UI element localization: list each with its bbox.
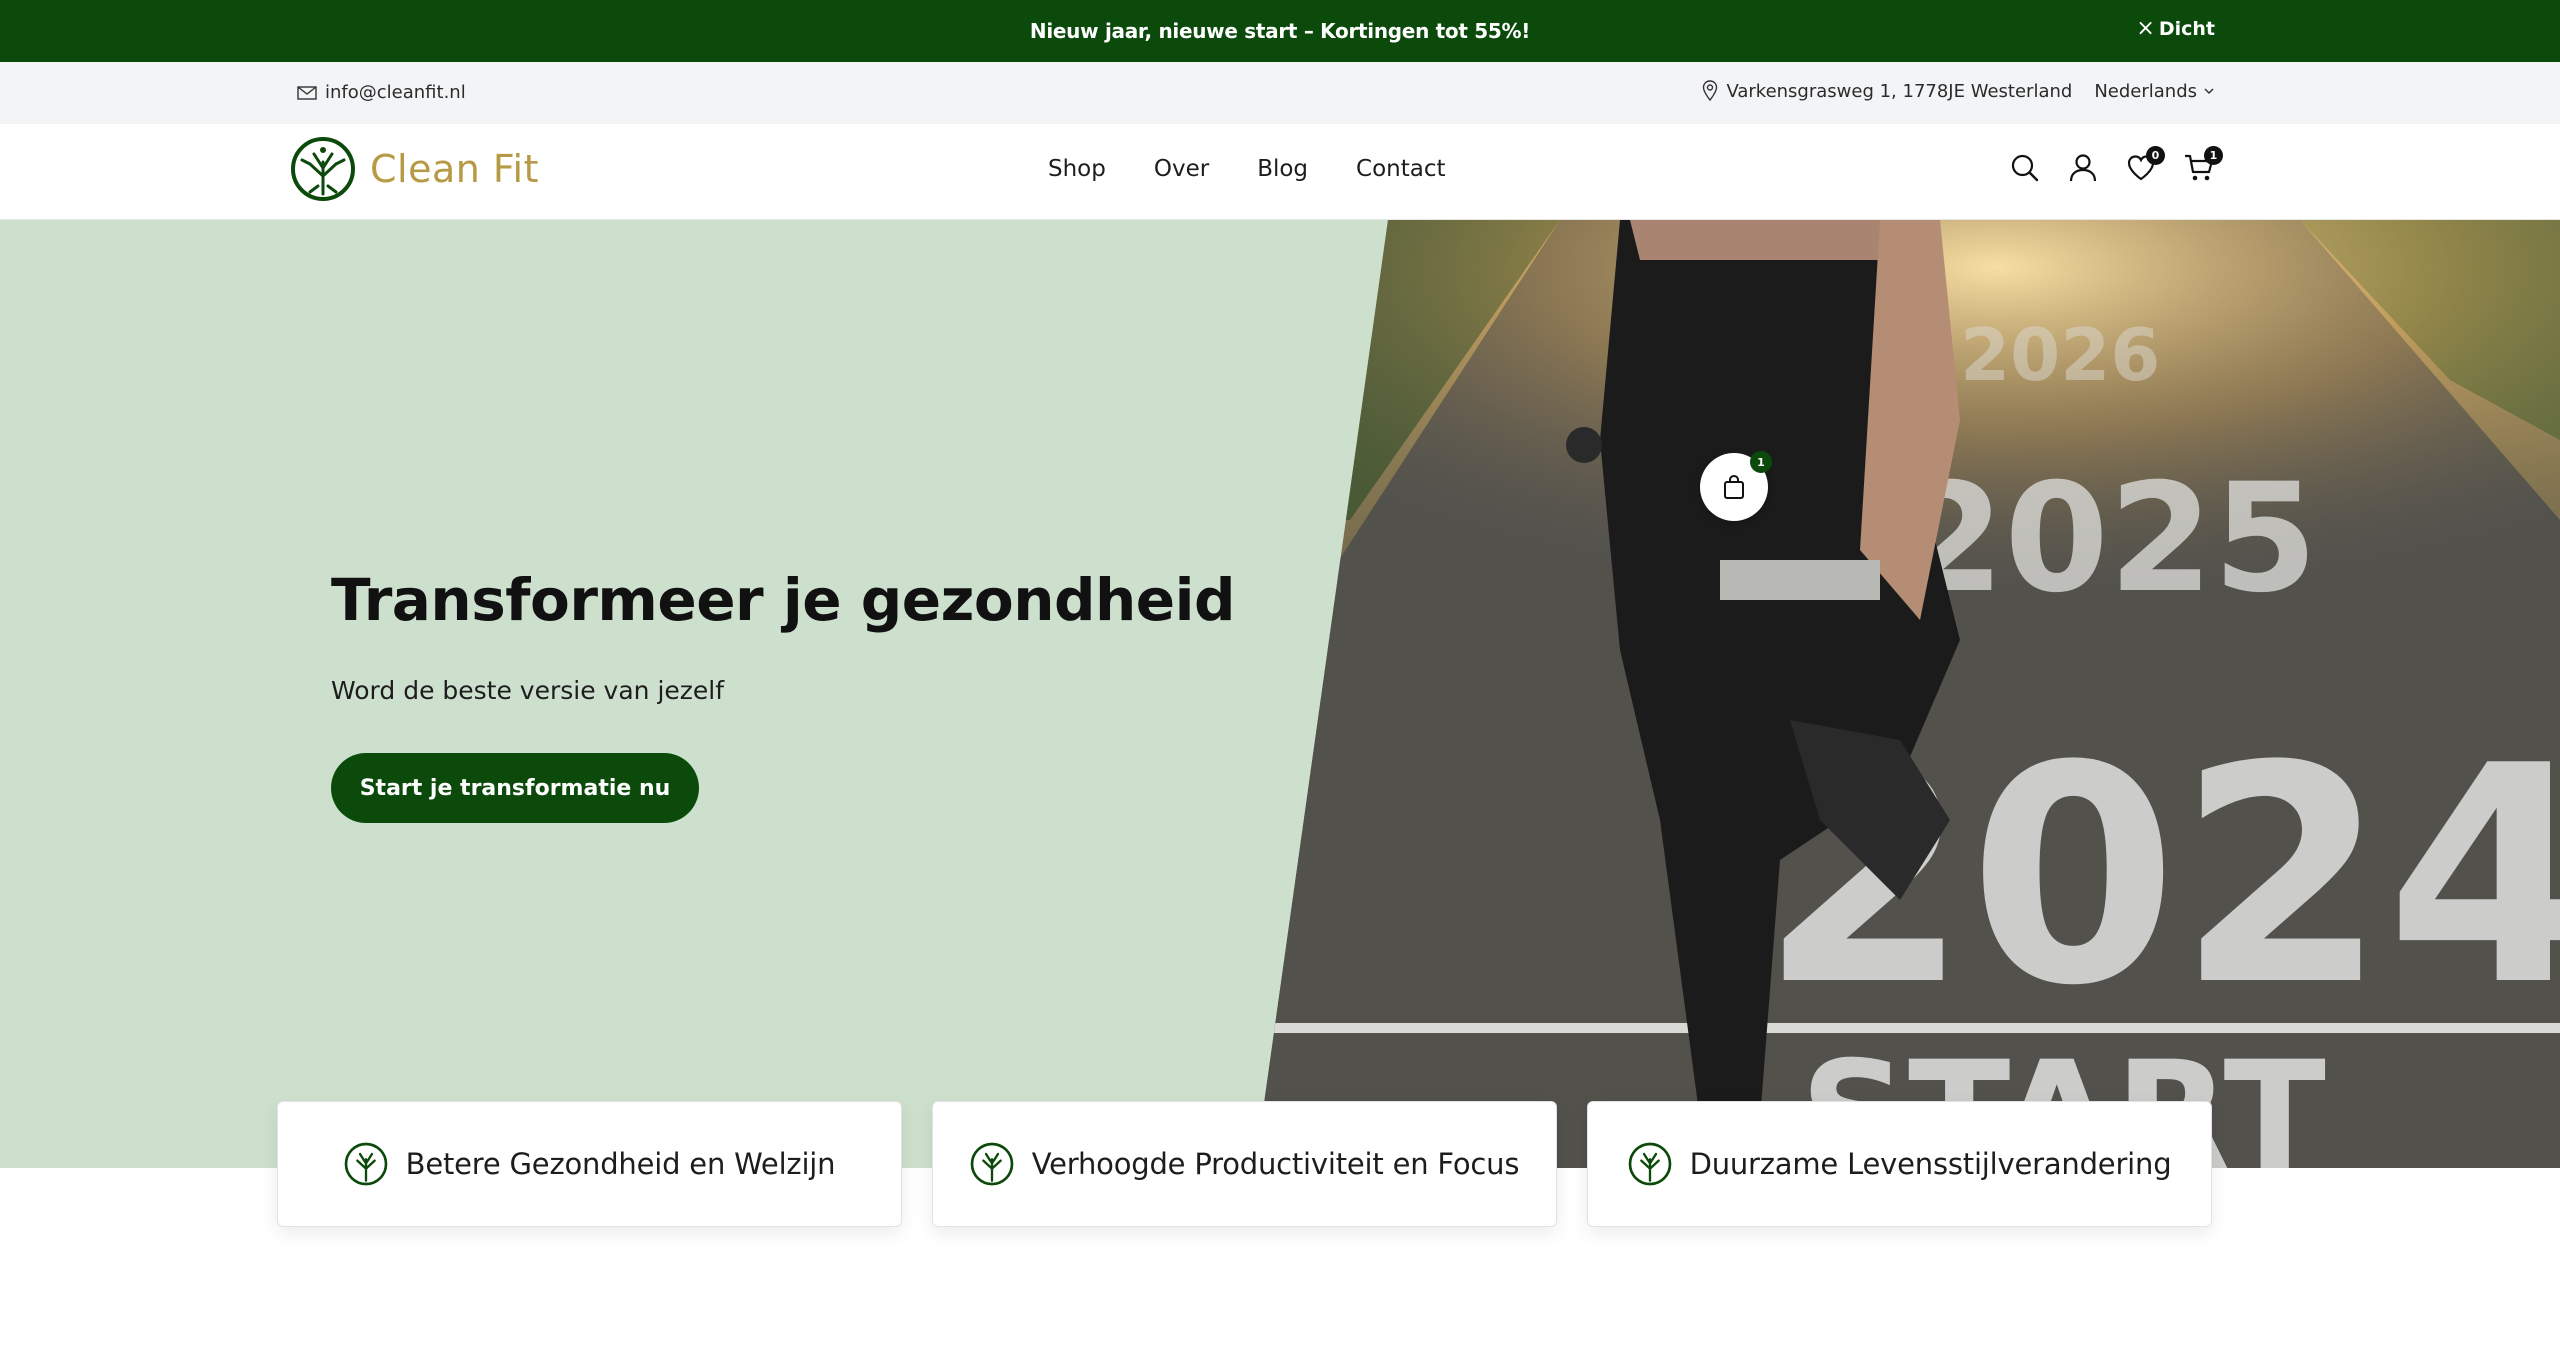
- close-icon: ×: [2136, 16, 2155, 41]
- hero-section: 2026 2025 2024 START Transformeer je gez…: [0, 220, 2560, 1168]
- hero-subtitle: Word de beste versie van jezelf: [331, 676, 725, 705]
- svg-text:2025: 2025: [1900, 452, 2317, 626]
- search-button[interactable]: [2009, 152, 2041, 184]
- tree-logo-icon: [291, 137, 355, 201]
- wishlist-count-badge: 0: [2146, 146, 2165, 165]
- location-pin-icon: [1703, 80, 1718, 102]
- store-address: Varkensgrasweg 1, 1778JE Westerland: [1702, 80, 2072, 102]
- feature-label: Verhoogde Productiviteit en Focus: [1031, 1147, 1520, 1181]
- hero-cta-button[interactable]: Start je transformatie nu: [331, 753, 699, 823]
- nav-link-contact[interactable]: Contact: [1356, 156, 1445, 182]
- feature-card: Duurzame Levensstijlverandering: [1587, 1101, 2212, 1227]
- tree-icon: [970, 1142, 1014, 1186]
- chevron-down-icon: [2204, 88, 2214, 95]
- utility-bar: info@cleanfit.nl Varkensgrasweg 1, 1778J…: [0, 62, 2560, 124]
- announcement-bar: Nieuw jaar, nieuwe start – Kortingen tot…: [0, 0, 2560, 62]
- shopping-bag-icon: [1724, 474, 1744, 499]
- language-label: Nederlands: [2094, 80, 2197, 102]
- nav-link-over[interactable]: Over: [1154, 156, 1209, 182]
- feature-card: Verhoogde Productiviteit en Focus: [932, 1101, 1557, 1227]
- hotspot-count-badge: 1: [1750, 451, 1772, 473]
- brand-logo[interactable]: Clean Fit: [290, 136, 539, 202]
- brand-name: Clean Fit: [370, 147, 539, 191]
- search-icon: [2011, 154, 2039, 182]
- cart-button[interactable]: 1: [2183, 146, 2223, 184]
- feature-label: Duurzame Levensstijlverandering: [1689, 1147, 2172, 1181]
- contact-email[interactable]: info@cleanfit.nl: [297, 82, 466, 103]
- product-hotspot-button[interactable]: 1: [1700, 451, 1772, 521]
- cart-count-badge: 1: [2204, 146, 2223, 165]
- primary-nav: Shop Over Blog Contact: [1048, 156, 1446, 182]
- main-header: Clean Fit Shop Over Blog Contact 0 1: [0, 124, 2560, 220]
- svg-text:2026: 2026: [1960, 313, 2160, 397]
- nav-link-shop[interactable]: Shop: [1048, 156, 1106, 182]
- account-button[interactable]: [2067, 152, 2099, 184]
- announcement-close-label: Dicht: [2158, 18, 2215, 40]
- nav-link-blog[interactable]: Blog: [1257, 156, 1308, 182]
- feature-cards: Betere Gezondheid en Welzijn Verhoogde P…: [277, 1101, 2212, 1227]
- announcement-close-button[interactable]: × Dicht: [2136, 16, 2215, 41]
- user-icon: [2069, 154, 2097, 182]
- mail-icon: [297, 85, 317, 100]
- feature-label: Betere Gezondheid en Welzijn: [405, 1147, 836, 1181]
- language-selector[interactable]: Nederlands: [2094, 81, 2215, 102]
- announcement-text: Nieuw jaar, nieuwe start – Kortingen tot…: [1029, 19, 1531, 43]
- email-text: info@cleanfit.nl: [325, 82, 466, 103]
- wishlist-button[interactable]: 0: [2125, 146, 2165, 184]
- header-actions: 0 1: [2009, 146, 2223, 184]
- tree-icon: [344, 1142, 387, 1186]
- address-text: Varkensgrasweg 1, 1778JE Westerland: [1726, 80, 2073, 102]
- tree-icon: [1628, 1142, 1671, 1186]
- feature-card: Betere Gezondheid en Welzijn: [277, 1101, 902, 1227]
- hero-title: Transformeer je gezondheid: [331, 566, 1236, 634]
